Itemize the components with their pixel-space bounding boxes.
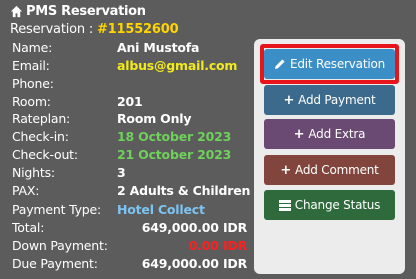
plus-icon: + (283, 92, 295, 108)
reservation-id: #11552600 (96, 22, 179, 37)
plus-icon: + (293, 126, 305, 142)
checkout-label: Check-out: (12, 147, 78, 162)
add-comment-label: Add Comment (295, 163, 379, 177)
add-extra-label: Add Extra (308, 127, 366, 141)
change-status-label: Change Status (294, 198, 381, 212)
pencil-icon (274, 59, 285, 69)
room-label: Room: (12, 94, 51, 109)
phone-label: Phone: (12, 76, 54, 91)
edit-reservation-label: Edit Reservation (289, 57, 386, 71)
down-payment-label: Down Payment: (12, 238, 108, 253)
list-icon (278, 199, 291, 211)
checkin-label: Check-in: (12, 129, 69, 144)
rateplan-label: Rateplan: (12, 111, 71, 126)
total-value: 649,000.00 IDR (141, 220, 247, 235)
add-extra-button[interactable]: + Add Extra (264, 119, 395, 149)
name-label: Name: (12, 40, 53, 55)
home-icon (10, 5, 23, 18)
pax-value: 2 Adults & Children (117, 183, 251, 198)
add-comment-button[interactable]: + Add Comment (264, 155, 395, 185)
checkin-value: 18 October 2023 (117, 129, 232, 144)
name-value: Ani Mustofa (117, 40, 200, 55)
payment-type-label: Payment Type: (12, 202, 102, 217)
nights-value: 3 (117, 165, 126, 180)
rateplan-value: Room Only (117, 111, 192, 126)
change-status-button[interactable]: Change Status (264, 190, 395, 220)
email-label: Email: (12, 58, 50, 73)
reservation-label: Reservation : (10, 22, 97, 37)
due-payment-value: 649,000.00 IDR (141, 256, 247, 271)
pax-label: PAX: (12, 183, 40, 198)
add-payment-button[interactable]: + Add Payment (264, 85, 395, 115)
page-title-text: PMS Reservation (26, 4, 146, 19)
plus-icon: + (280, 162, 292, 178)
room-value: 201 (117, 94, 143, 109)
nights-label: Nights: (12, 165, 55, 180)
payment-type-value: Hotel Collect (117, 202, 205, 217)
actions-panel: Edit Reservation + Add Payment + Add Ext… (254, 39, 405, 274)
total-label: Total: (12, 220, 45, 235)
edit-reservation-button[interactable]: Edit Reservation (264, 49, 395, 79)
reservation-line: Reservation : #11552600 (10, 22, 179, 37)
email-value: albus@gmail.com (117, 58, 238, 73)
down-payment-value: 0.00 IDR (188, 238, 247, 253)
checkout-value: 21 October 2023 (117, 147, 232, 162)
add-payment-label: Add Payment (298, 93, 376, 107)
page-title: PMS Reservation (10, 4, 146, 19)
due-payment-label: Due Payment: (12, 256, 98, 271)
